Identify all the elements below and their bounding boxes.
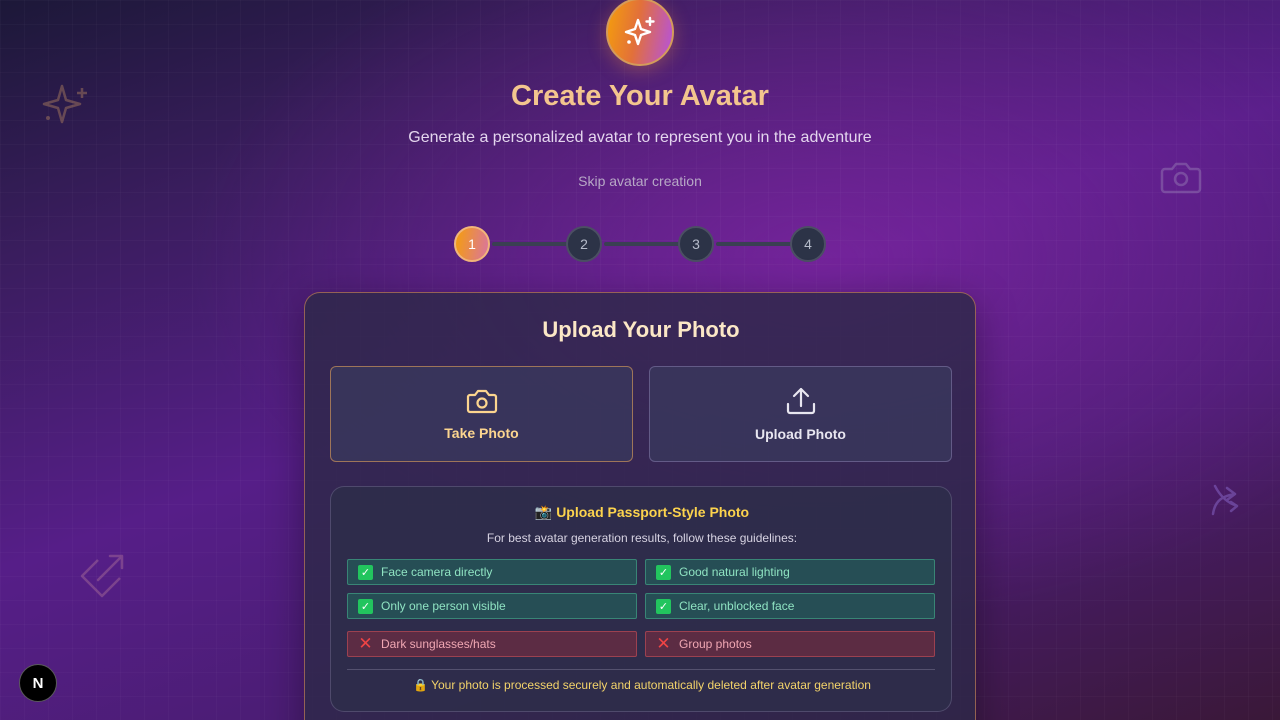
camera-icon	[466, 389, 497, 414]
upload-icon	[786, 387, 815, 415]
guidelines-title: 📸 Upload Passport-Style Photo	[534, 504, 750, 520]
guideline-text: Good natural lighting	[679, 565, 790, 579]
photo-guidelines-panel: 📸 Upload Passport-Style Photo For best a…	[330, 486, 952, 712]
take-photo-label: Take Photo	[444, 425, 519, 441]
step-2: 2	[566, 226, 602, 262]
guideline-do-item: ✓ Good natural lighting	[645, 559, 935, 585]
app-logo	[606, 0, 674, 66]
check-icon: ✓	[656, 564, 671, 580]
cross-icon: ✕	[358, 634, 373, 653]
nextjs-dev-badge[interactable]: N	[19, 664, 57, 702]
page-subtitle: Generate a personalized avatar to repres…	[408, 129, 872, 146]
guideline-dont-item: ✕ Dark sunglasses/hats	[347, 631, 637, 657]
step-3: 3	[678, 226, 714, 262]
take-photo-button[interactable]: Take Photo	[330, 366, 633, 462]
guideline-do-item: ✓ Clear, unblocked face	[645, 593, 935, 619]
guideline-dont-item: ✕ Group photos	[645, 631, 935, 657]
guideline-do-item: ✓ Only one person visible	[347, 593, 637, 619]
card-title: Upload Your Photo	[542, 317, 740, 342]
sparkles-icon	[624, 16, 655, 46]
step-connector	[492, 242, 568, 246]
skip-avatar-link[interactable]: Skip avatar creation	[540, 173, 740, 189]
guidelines-subtitle: For best avatar generation results, foll…	[486, 531, 798, 545]
guidelines-divider	[347, 669, 935, 670]
upload-photo-button[interactable]: Upload Photo	[649, 366, 952, 462]
progress-stepper: 1 2 3 4	[454, 226, 826, 262]
page-title: Create Your Avatar	[511, 80, 769, 112]
external-link-decor-icon	[80, 554, 124, 598]
upload-photo-card: Upload Your Photo Take Photo Upload Phot…	[304, 292, 976, 720]
guideline-text: Clear, unblocked face	[679, 599, 795, 613]
privacy-note: 🔒 Your photo is processed securely and a…	[413, 678, 871, 692]
step-4: 4	[790, 226, 826, 262]
step-connector	[604, 242, 680, 246]
guideline-text: Face camera directly	[381, 565, 493, 579]
upload-photo-label: Upload Photo	[755, 426, 846, 442]
check-icon: ✓	[358, 564, 373, 580]
guideline-text: Dark sunglasses/hats	[381, 637, 496, 651]
check-icon: ✓	[656, 598, 671, 614]
guideline-text: Only one person visible	[381, 599, 506, 613]
camera-decor-icon	[1160, 162, 1202, 194]
guideline-text: Group photos	[679, 637, 752, 651]
step-connector	[716, 242, 792, 246]
split-arrow-decor-icon	[1211, 484, 1239, 516]
cross-icon: ✕	[656, 634, 671, 653]
step-1: 1	[454, 226, 490, 262]
check-icon: ✓	[358, 598, 373, 614]
guideline-do-item: ✓ Face camera directly	[347, 559, 637, 585]
